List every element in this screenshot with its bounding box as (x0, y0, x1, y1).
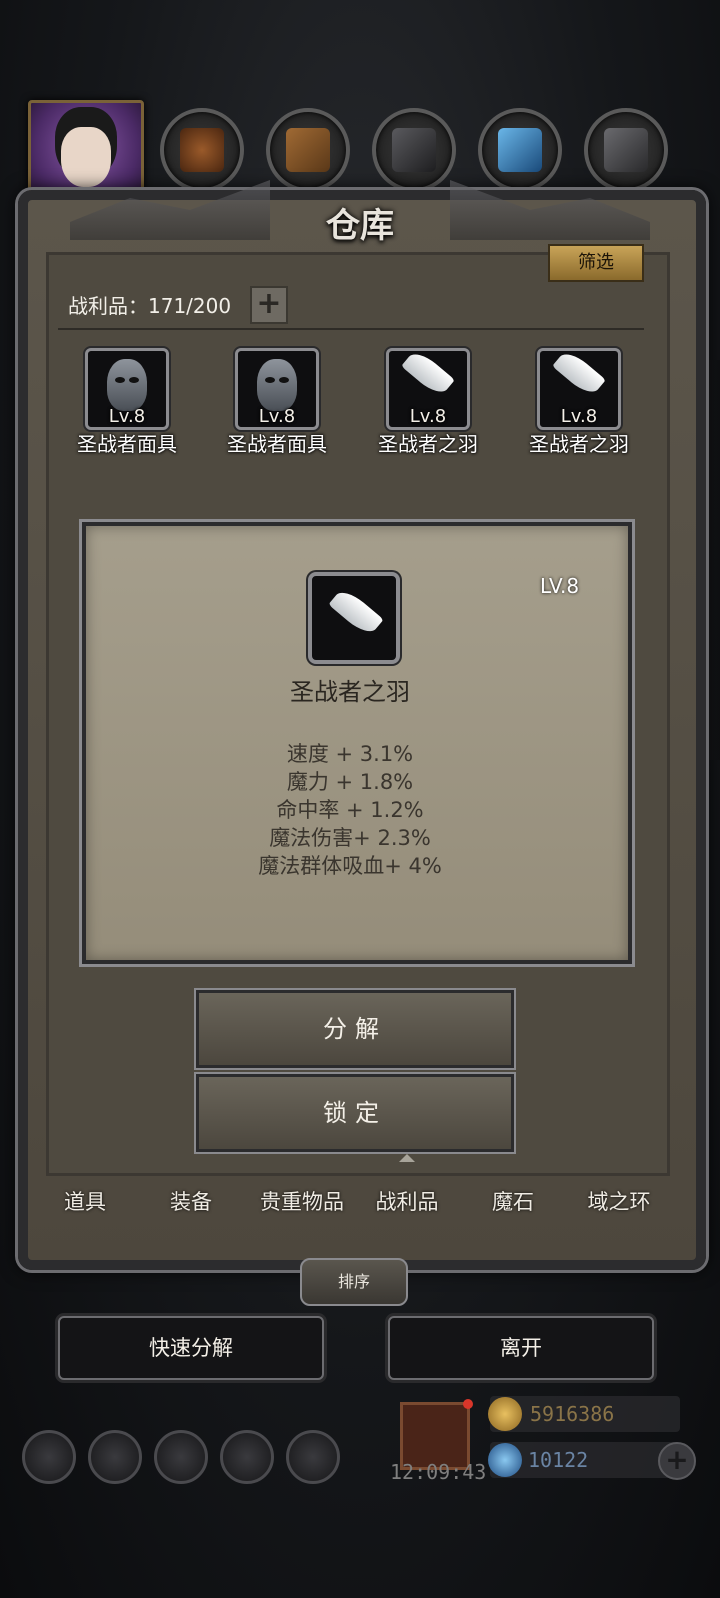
item-name: 圣战者之羽 (378, 432, 478, 456)
clock-time: 12:09:43 (390, 1460, 487, 1484)
panel-title: 仓库 (326, 206, 394, 246)
loot-count: 战利品：171/200 (68, 294, 232, 318)
guild-icon[interactable] (154, 1430, 208, 1484)
crystal-icon[interactable] (478, 108, 562, 192)
item-level: Lv.8 (108, 406, 146, 427)
inventory-item[interactable]: Lv.8 圣战者之羽 (504, 347, 654, 457)
tab-domain-rings[interactable]: 域之环 (566, 1160, 672, 1244)
mask-icon (107, 359, 147, 411)
item-level: Lv.8 (258, 406, 296, 427)
stone-icon[interactable] (584, 108, 668, 192)
stat-line: 魔法群体吸血+ 4% (258, 854, 442, 878)
filter-button[interactable]: 筛选 (548, 244, 644, 282)
tab-equipment[interactable]: 装备 (138, 1160, 244, 1244)
item-slot: Lv.8 (235, 348, 319, 430)
leave-button[interactable]: 离开 (388, 1316, 654, 1380)
item-slot: Lv.8 (537, 347, 621, 430)
item-stats: 速度 + 3.1% 魔力 + 1.8% 命中率 + 1.2% 魔法伤害+ 2.3… (200, 740, 500, 880)
item-name: 圣战者之羽 (529, 432, 629, 456)
detail-level: LV.8 (540, 574, 580, 598)
stat-line: 魔力 + 1.8% (286, 770, 414, 794)
detail-item-name: 圣战者之羽 (290, 678, 410, 706)
inventory-item[interactable]: Lv.8 圣战者面具 (52, 348, 202, 457)
stat-line: 魔法伤害+ 2.3% (269, 826, 431, 850)
avatar-face (61, 127, 111, 187)
gem-icon (488, 1443, 522, 1477)
gem-amount: 10122 (528, 1448, 589, 1472)
tab-items[interactable]: 道具 (32, 1160, 138, 1244)
gold-coin-icon (488, 1397, 522, 1431)
item-name: 圣战者面具 (227, 432, 327, 456)
wood-icon[interactable] (266, 108, 350, 192)
sort-button[interactable]: 排序 (300, 1258, 408, 1306)
mail-icon[interactable] (220, 1430, 274, 1484)
feather-icon (401, 347, 455, 399)
item-slot: Lv.8 (85, 348, 169, 430)
category-tabs: 道具 装备 贵重物品 战利品 魔石 域之环 (32, 1154, 672, 1244)
tab-loot[interactable]: 战利品 (354, 1154, 460, 1244)
tab-magic-stones[interactable]: 魔石 (460, 1160, 566, 1244)
stat-line: 速度 + 3.1% (286, 742, 414, 766)
decompose-button[interactable]: 分解 (196, 990, 514, 1068)
quick-decompose-button[interactable]: 快速分解 (58, 1316, 324, 1380)
settings-icon[interactable] (22, 1430, 76, 1484)
item-level: Lv.8 (409, 406, 447, 427)
star-icon[interactable] (88, 1430, 142, 1484)
item-name: 圣战者面具 (77, 432, 177, 456)
stat-line: 命中率 + 1.2% (276, 798, 424, 822)
divider (58, 328, 644, 330)
iron-icon[interactable] (372, 108, 456, 192)
meat-icon[interactable] (160, 108, 244, 192)
item-slot: Lv.8 (386, 347, 470, 430)
inventory-item[interactable]: Lv.8 圣战者之羽 (353, 347, 503, 457)
add-currency-button[interactable]: + (658, 1442, 696, 1480)
lock-button[interactable]: 锁定 (196, 1074, 514, 1152)
mask-icon (257, 359, 297, 411)
gold-amount: 5916386 (530, 1402, 615, 1426)
tab-valuables[interactable]: 贵重物品 (244, 1160, 360, 1244)
detail-item-icon (308, 572, 400, 664)
feather-icon (328, 586, 384, 638)
expand-capacity-button[interactable]: + (250, 286, 288, 324)
feather-icon (552, 347, 606, 399)
inventory-item[interactable]: Lv.8 圣战者面具 (202, 348, 352, 457)
item-level: Lv.8 (560, 406, 598, 427)
map-icon[interactable] (286, 1430, 340, 1484)
